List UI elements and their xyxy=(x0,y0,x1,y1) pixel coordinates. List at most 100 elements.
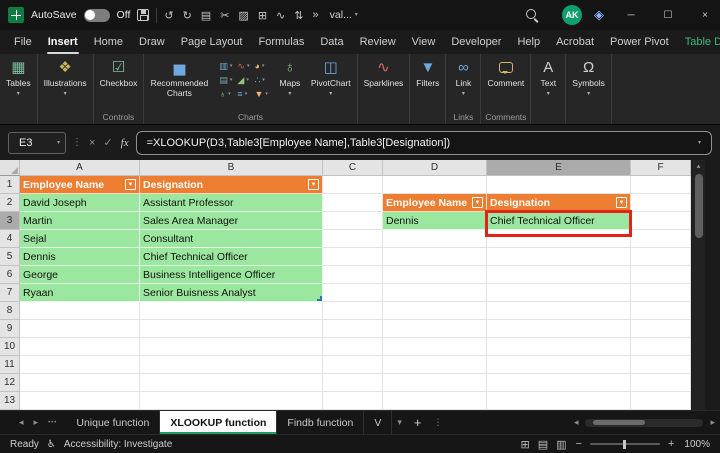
hscroll-left-icon[interactable]: ◂ xyxy=(569,417,584,428)
cell-B10[interactable] xyxy=(140,338,323,356)
cell-E7[interactable] xyxy=(487,284,631,302)
cell-D7[interactable] xyxy=(383,284,487,302)
cell-D11[interactable] xyxy=(383,356,487,374)
page-layout-view-icon[interactable]: ▤ xyxy=(537,438,549,451)
cell-A12[interactable] xyxy=(20,374,140,392)
column-header-C[interactable]: C xyxy=(323,160,383,176)
cell-C12[interactable] xyxy=(323,374,383,392)
sheet-tab-unique-function[interactable]: Unique function xyxy=(66,411,160,434)
cell-C2[interactable] xyxy=(323,194,383,212)
name-box[interactable]: E3 ▾ xyxy=(8,132,66,154)
row-header-4[interactable]: 4 xyxy=(0,230,20,248)
recommended-charts-button[interactable]: ▅Recommended Charts xyxy=(145,57,213,98)
column-header-E[interactable]: E xyxy=(487,160,631,176)
chart-icon[interactable]: ∿ xyxy=(276,9,285,22)
cell-B6[interactable]: Business Intelligence Officer xyxy=(140,266,323,284)
cell-B11[interactable] xyxy=(140,356,323,374)
cell-C6[interactable] xyxy=(323,266,383,284)
cell-E3[interactable]: Chief Technical Officer xyxy=(487,212,631,230)
cell-E9[interactable] xyxy=(487,320,631,338)
column-header-F[interactable]: F xyxy=(631,160,691,176)
column-header-B[interactable]: B xyxy=(140,160,323,176)
excel-logo-icon[interactable] xyxy=(8,7,24,23)
accessibility-status[interactable]: Accessibility: Investigate xyxy=(64,439,172,450)
filter-icon[interactable]: ▼ xyxy=(125,179,136,190)
enter-icon[interactable]: ✓ xyxy=(102,136,113,149)
formula-bar-expand-icon[interactable]: ▾ xyxy=(698,140,701,146)
column-header-D[interactable]: D xyxy=(383,160,487,176)
cell-C7[interactable] xyxy=(323,284,383,302)
cell-A11[interactable] xyxy=(20,356,140,374)
ribbon-tab-data[interactable]: Data xyxy=(312,30,351,54)
cell-D8[interactable] xyxy=(383,302,487,320)
autosave-toggle[interactable] xyxy=(84,9,110,22)
row-header-7[interactable]: 7 xyxy=(0,284,20,302)
minimize-button[interactable]: ─ xyxy=(616,0,646,30)
zoom-in-icon[interactable]: + xyxy=(668,438,674,450)
page-break-view-icon[interactable]: ▥ xyxy=(555,438,567,451)
sheet-tab-v[interactable]: V xyxy=(364,411,392,434)
zoom-slider-thumb[interactable] xyxy=(623,440,626,449)
horizontal-scrollbar-thumb[interactable] xyxy=(593,420,645,425)
hscroll-right-icon[interactable]: ▸ xyxy=(705,417,720,428)
filter-icon[interactable]: ▼ xyxy=(472,197,483,208)
cell-B13[interactable] xyxy=(140,392,323,410)
sort-icon[interactable]: ⇅ xyxy=(294,9,303,22)
cancel-icon[interactable]: × xyxy=(88,137,96,149)
illustrations-button[interactable]: ❖Illustrations▾ xyxy=(39,57,92,98)
maps-button[interactable]: ♁Maps▾ xyxy=(274,57,306,98)
cell-A1[interactable]: Employee Name▼ xyxy=(20,176,140,194)
ribbon-tab-file[interactable]: File xyxy=(6,30,40,54)
qat-overflow-icon[interactable]: » xyxy=(312,9,318,21)
next-sheet-icon[interactable]: ▸ xyxy=(29,417,44,428)
sheet-tab-findb-function[interactable]: Findb function xyxy=(277,411,364,434)
zoom-percent[interactable]: 100% xyxy=(684,439,710,450)
cell-D12[interactable] xyxy=(383,374,487,392)
filters-button[interactable]: ▼Filters xyxy=(411,57,444,89)
paste-icon[interactable]: ▤ xyxy=(201,9,211,22)
search-icon[interactable] xyxy=(526,9,539,22)
ribbon-tab-formulas[interactable]: Formulas xyxy=(251,30,313,54)
cell-D1[interactable] xyxy=(383,176,487,194)
cell-E4[interactable] xyxy=(487,230,631,248)
picture-icon[interactable]: ▨ xyxy=(238,9,248,22)
ribbon-tab-acrobat[interactable]: Acrobat xyxy=(548,30,602,54)
text-button[interactable]: AText▾ xyxy=(532,57,564,98)
cell-F4[interactable] xyxy=(631,230,691,248)
symbols-button[interactable]: ΩSymbols▾ xyxy=(567,57,610,98)
funnel-chart-icon[interactable]: ▼▾ xyxy=(254,88,267,100)
horizontal-scrollbar[interactable] xyxy=(585,419,703,427)
cell-A13[interactable] xyxy=(20,392,140,410)
cell-E1[interactable] xyxy=(487,176,631,194)
cell-C4[interactable] xyxy=(323,230,383,248)
zoom-out-icon[interactable]: − xyxy=(576,438,582,450)
row-header-1[interactable]: 1 xyxy=(0,176,20,194)
sheet-tab-xlookup-function[interactable]: XLOOKUP function xyxy=(160,411,277,434)
cell-D6[interactable] xyxy=(383,266,487,284)
vertical-scrollbar-thumb[interactable] xyxy=(695,174,703,238)
cut-icon[interactable]: ✂ xyxy=(220,9,229,22)
cell-F9[interactable] xyxy=(631,320,691,338)
prev-sheet-icon[interactable]: ◂ xyxy=(14,417,29,428)
pie-chart-icon[interactable]: ◕▾ xyxy=(254,60,267,72)
cell-E10[interactable] xyxy=(487,338,631,356)
cell-F1[interactable] xyxy=(631,176,691,194)
cell-B7[interactable]: Senior Buisness Analyst xyxy=(140,284,323,302)
maximize-button[interactable]: ☐ xyxy=(653,0,683,30)
column-chart-icon[interactable]: ▥▾ xyxy=(219,60,232,72)
column-header-A[interactable]: A xyxy=(20,160,140,176)
cell-F5[interactable] xyxy=(631,248,691,266)
cell-E6[interactable] xyxy=(487,266,631,284)
cell-A4[interactable]: Sejal xyxy=(20,230,140,248)
close-button[interactable]: × xyxy=(690,0,720,30)
cell-F12[interactable] xyxy=(631,374,691,392)
cell-F2[interactable] xyxy=(631,194,691,212)
ribbon-tab-insert[interactable]: Insert xyxy=(40,30,86,54)
doc-dropdown[interactable]: val... ▾ xyxy=(330,9,358,21)
row-header-10[interactable]: 10 xyxy=(0,338,20,356)
pivotchart-button[interactable]: ◫PivotChart▾ xyxy=(306,57,356,98)
cell-B5[interactable]: Chief Technical Officer xyxy=(140,248,323,266)
cell-F13[interactable] xyxy=(631,392,691,410)
filter-icon[interactable]: ▼ xyxy=(616,197,627,208)
cell-A7[interactable]: Ryaan xyxy=(20,284,140,302)
